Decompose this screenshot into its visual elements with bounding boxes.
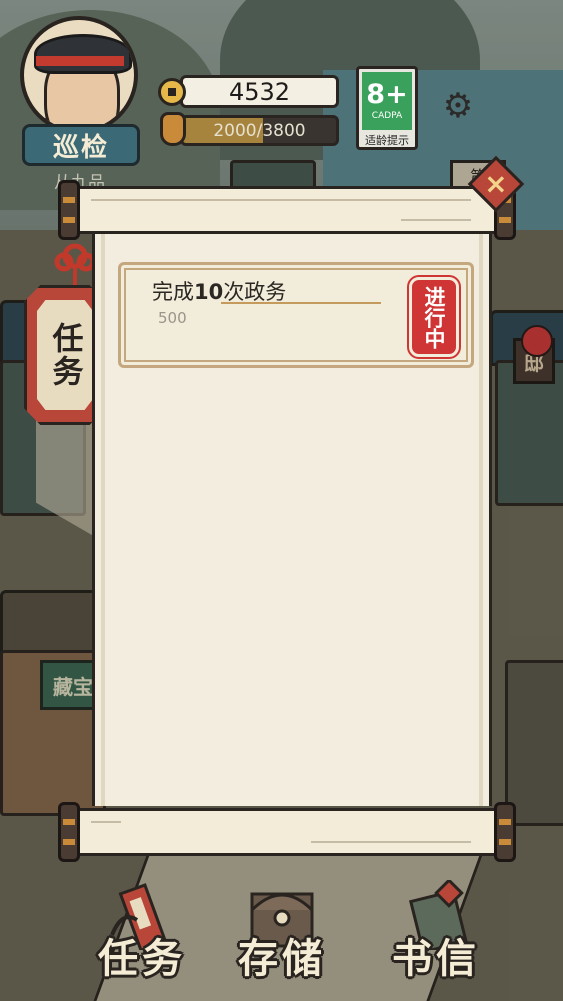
coin-counter: 4532 xyxy=(180,75,339,108)
close-icon: × xyxy=(484,167,508,200)
task-status-label: 进行中 xyxy=(422,285,446,349)
nav-storage-button[interactable]: 存储 xyxy=(202,880,362,990)
scroll-rod-top xyxy=(68,186,508,234)
nav-quest-button[interactable]: 任务 xyxy=(62,880,222,990)
age-rating-box: 8+ CADPA xyxy=(362,72,412,130)
nav-letters-label: 书信 xyxy=(392,936,480,982)
scroll-rod-cap-right xyxy=(494,802,516,862)
task-reward: 500 xyxy=(158,309,187,327)
gear-icon[interactable]: ⚙ xyxy=(440,88,476,124)
task-title-prefix: 完成 xyxy=(152,280,194,304)
age-rating-org: CADPA xyxy=(371,111,403,121)
rod-line xyxy=(311,841,471,843)
scroll-rod-bottom xyxy=(68,808,508,856)
nav-storage-label: 存储 xyxy=(238,936,326,982)
paper-edge xyxy=(479,234,483,806)
age-rating-number: 8+ xyxy=(366,79,408,110)
age-rating-badge[interactable]: 8+ CADPA 适龄提示 xyxy=(356,66,418,150)
side-tab-label: 任务 xyxy=(46,322,83,388)
exp-bar: 2000/3800 xyxy=(180,115,339,146)
coin-icon xyxy=(158,78,186,106)
task-title-suffix: 次政务 xyxy=(223,280,287,304)
rod-line xyxy=(91,199,471,201)
avatar-hatband xyxy=(36,56,124,66)
task-title-count: 10 xyxy=(194,280,224,304)
scroll-rod-cap-left xyxy=(58,802,80,862)
avatar-hat xyxy=(34,34,132,74)
paper-edge xyxy=(101,234,105,806)
task-divider xyxy=(221,302,381,304)
exp-pouch-icon xyxy=(160,112,186,146)
scroll-rod-cap-left xyxy=(58,180,80,240)
nav-letters-button[interactable]: 书信 xyxy=(356,880,516,990)
nav-quest-label: 任务 xyxy=(98,936,186,982)
rod-line xyxy=(91,821,121,823)
side-tab-plate: 任务 xyxy=(37,300,93,410)
rank-plate[interactable]: 巡检 xyxy=(22,124,140,166)
player-avatar[interactable] xyxy=(20,16,138,134)
task-status-badge: 进行中 xyxy=(407,275,461,359)
rod-line xyxy=(401,219,471,221)
task-card[interactable]: 完成10次政务 500 进行中 xyxy=(118,262,474,368)
exp-text: 2000/3800 xyxy=(213,120,306,141)
age-rating-label: 适龄提示 xyxy=(365,134,409,147)
